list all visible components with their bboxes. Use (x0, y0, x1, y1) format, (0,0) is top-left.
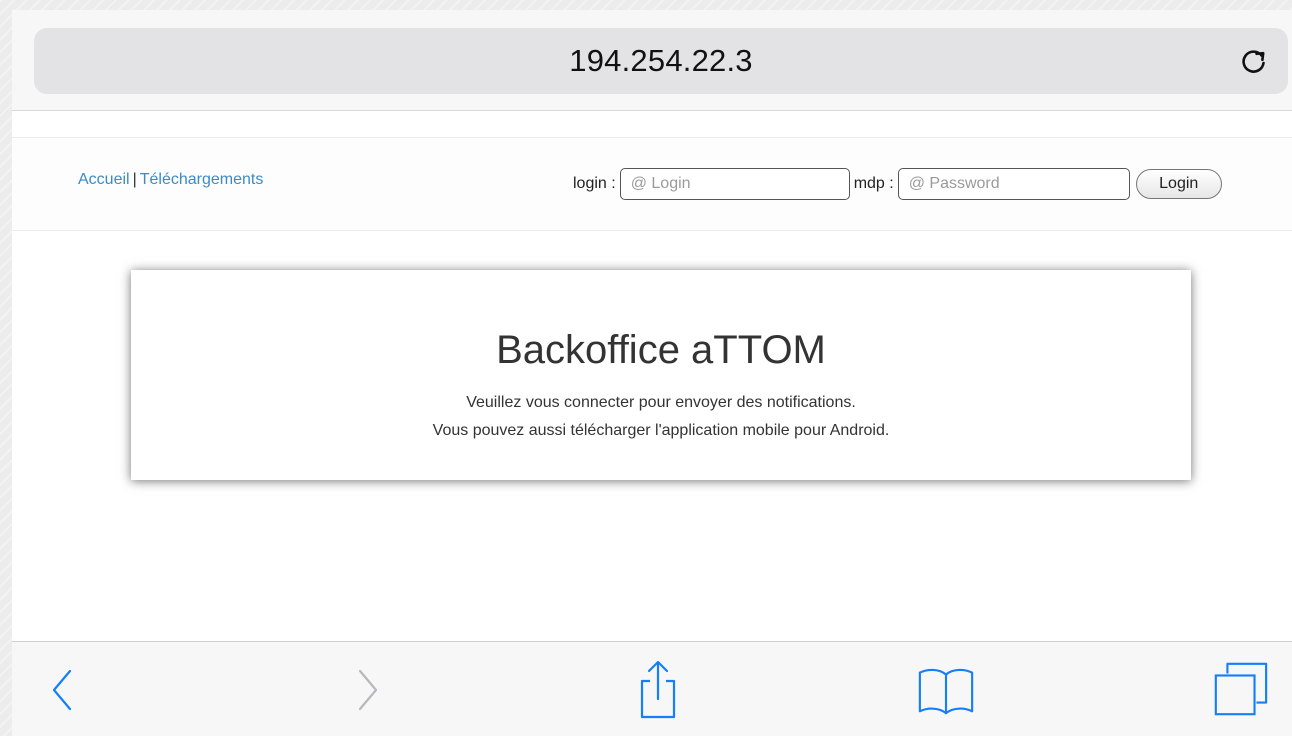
login-button[interactable]: Login (1135, 169, 1222, 199)
password-input[interactable] (897, 168, 1130, 200)
bookmarks-button[interactable] (916, 660, 976, 720)
address-bar[interactable]: 194.254.22.3 (34, 28, 1288, 94)
address-text[interactable]: 194.254.22.3 (34, 28, 1288, 94)
nav-links: Accueil | Téléchargements (78, 171, 263, 189)
web-page: Accueil|Téléchargements login : mdp : Lo… (12, 111, 1292, 641)
chevron-left-icon (52, 669, 72, 711)
browser-bottom-toolbar (12, 641, 1292, 736)
reload-icon (1242, 50, 1265, 73)
nav-link-downloads[interactable]: Téléchargements (140, 171, 264, 188)
login-label: login : (573, 175, 616, 192)
share-icon (640, 660, 676, 719)
reload-button[interactable] (1236, 43, 1272, 79)
welcome-panel: Backoffice aTTOM Veuillez vous connecter… (131, 270, 1191, 480)
nav-link-home[interactable]: Accueil (78, 171, 130, 188)
chevron-right-icon (358, 669, 378, 711)
back-button[interactable] (32, 660, 92, 720)
share-button[interactable] (628, 660, 688, 720)
login-form: login : mdp : Login (573, 166, 1222, 202)
login-input[interactable] (619, 168, 850, 200)
forward-button[interactable] (338, 660, 398, 720)
browser-window: 194.254.22.3 Accueil | Téléchargements log… (12, 10, 1292, 736)
welcome-message-line-2: Vous pouvez aussi télécharger l'applicat… (432, 422, 890, 439)
book-icon (918, 668, 974, 715)
nav-separator: | (132, 171, 137, 188)
tabs-icon (1214, 662, 1268, 716)
tabs-button[interactable] (1210, 660, 1270, 720)
site-navbar: Accueil|Téléchargements login : mdp : Lo… (12, 137, 1292, 231)
browser-top-toolbar: 194.254.22.3 (12, 10, 1292, 111)
password-label: mdp : (853, 175, 894, 192)
welcome-message-line-1: Veuillez vous connecter pour envoyer des… (466, 394, 856, 411)
page-title: Backoffice aTTOM (496, 328, 826, 372)
